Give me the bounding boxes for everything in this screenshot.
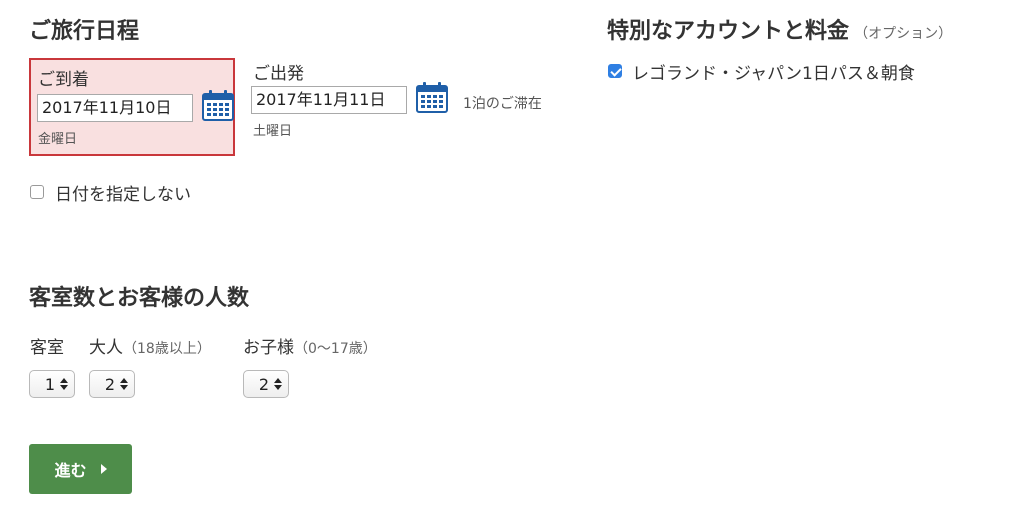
special-rates-header: 特別なアカウントと料金 （オプション）: [607, 13, 952, 45]
legoland-checkbox[interactable]: [608, 64, 622, 78]
adults-label-group: 大人（18歳以上）: [89, 333, 211, 358]
departure-label: ご出発: [253, 64, 304, 84]
adults-select-value: 2: [104, 374, 115, 394]
legoland-label[interactable]: レゴランド・ジャパン1日パス＆朝食: [632, 59, 915, 84]
rooms-label: 客室: [30, 338, 64, 358]
calendar-icon[interactable]: [415, 80, 449, 114]
rooms-select[interactable]: 1: [29, 370, 75, 398]
children-age-note: （0〜17歳）: [294, 341, 377, 357]
departure-date-input[interactable]: 2017年11月11日: [251, 86, 407, 114]
adults-age-note: （18歳以上）: [123, 341, 211, 357]
no-dates-checkbox[interactable]: [30, 185, 44, 199]
stay-length-text: 1泊のご滞在: [463, 96, 542, 112]
optional-note: （オプション）: [854, 26, 953, 42]
arrival-label: ご到着: [38, 70, 89, 90]
calendar-icon[interactable]: [201, 88, 235, 122]
children-select[interactable]: 2: [243, 370, 289, 398]
children-label-group: お子様（0〜17歳）: [243, 333, 377, 358]
up-down-arrows-icon: [120, 378, 128, 390]
departure-weekday: 土曜日: [253, 124, 293, 139]
children-select-value: 2: [258, 374, 269, 394]
up-down-arrows-icon: [274, 378, 282, 390]
chevron-right-icon: [100, 464, 107, 474]
up-down-arrows-icon: [60, 378, 68, 390]
proceed-label: 進む: [54, 461, 87, 480]
special-rates-heading: 特別なアカウントと料金: [607, 19, 850, 44]
no-dates-label[interactable]: 日付を指定しない: [55, 180, 191, 205]
adults-select[interactable]: 2: [89, 370, 135, 398]
proceed-button[interactable]: 進む: [29, 444, 132, 494]
arrival-date-input[interactable]: 2017年11月10日: [37, 94, 193, 122]
itinerary-heading: ご旅行日程: [29, 19, 140, 44]
rooms-guests-heading: 客室数とお客様の人数: [29, 286, 250, 311]
arrival-weekday: 金曜日: [38, 132, 78, 147]
adults-label: 大人: [89, 338, 123, 358]
rooms-select-value: 1: [44, 374, 55, 394]
children-label: お子様: [243, 338, 294, 358]
